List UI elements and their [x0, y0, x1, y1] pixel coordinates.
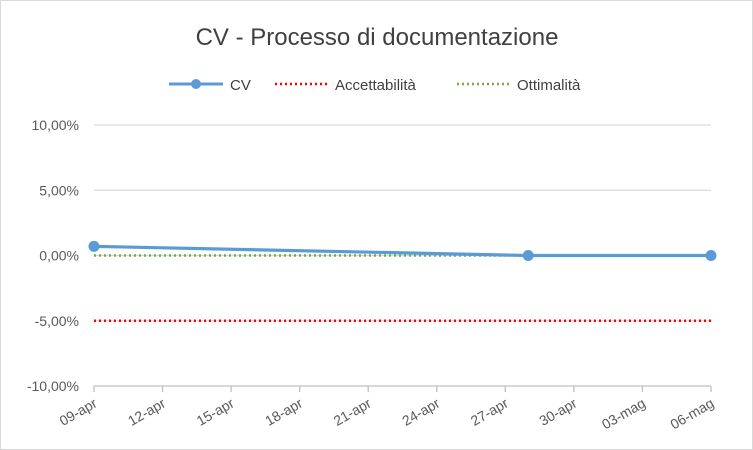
x-tick-label: 06-mag: [667, 395, 716, 433]
legend-label-accettabilita: Accettabilità: [335, 77, 417, 94]
series-lines: [88, 240, 717, 322]
line-chart: CV - Processo di documentazione CV Accet…: [27, 24, 717, 433]
x-tick-label: 24-apr: [399, 395, 442, 429]
legend-item-cv: CV: [169, 77, 251, 94]
legend-label-cv: CV: [230, 77, 251, 94]
series-line-cv: [93, 244, 711, 258]
x-tick-label: 12-apr: [125, 395, 168, 429]
y-axis-labels: -10,00% -5,00% 0,00% 5,00% 10,00%: [27, 117, 79, 394]
data-point-cv: [88, 240, 100, 252]
legend: CV Accettabilità Ottimalità: [169, 77, 581, 94]
y-tick-label: 5,00%: [39, 182, 79, 198]
data-point-cv: [705, 250, 717, 261]
x-tick-label: 18-apr: [262, 395, 305, 429]
x-axis: 09-apr 12-apr 15-apr 18-apr 21-apr 24-apr 27-a…: [56, 385, 717, 433]
data-point-cv: [522, 250, 534, 261]
y-tick-label: 0,00%: [39, 248, 79, 264]
gridlines: [94, 124, 711, 322]
chart-container: CV - Processo di documentazione CV Accet…: [0, 0, 753, 450]
y-tick-label: -5,00%: [35, 313, 79, 329]
x-tick-label: 15-apr: [194, 395, 237, 429]
y-tick-label: -10,00%: [27, 378, 79, 394]
x-tick-label: 03-mag: [599, 395, 648, 433]
legend-item-accettabilita: Accettabilità: [275, 77, 417, 94]
x-tick-label: 21-apr: [331, 395, 374, 429]
legend-label-ottimalita: Ottimalità: [517, 77, 581, 94]
chart-title: CV - Processo di documentazione: [196, 24, 559, 51]
x-tick-label: 09-apr: [56, 395, 99, 429]
legend-marker-cv: [191, 79, 201, 89]
legend-item-ottimalita: Ottimalità: [457, 77, 581, 94]
x-tick-label: 27-apr: [468, 395, 511, 429]
y-tick-label: 10,00%: [32, 117, 79, 133]
x-tick-label: 30-apr: [536, 395, 579, 429]
